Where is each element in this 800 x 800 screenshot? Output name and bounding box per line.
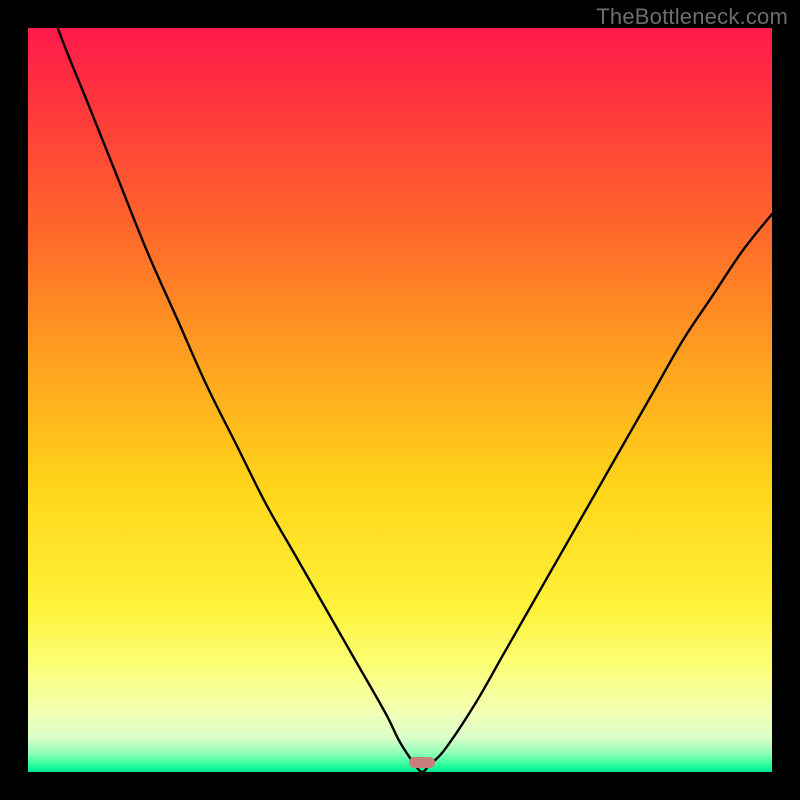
- plot-area: [28, 28, 772, 772]
- balance-marker: [409, 757, 435, 768]
- bottleneck-curve: [28, 28, 772, 772]
- attribution-label: TheBottleneck.com: [596, 4, 788, 30]
- chart-frame: TheBottleneck.com: [0, 0, 800, 800]
